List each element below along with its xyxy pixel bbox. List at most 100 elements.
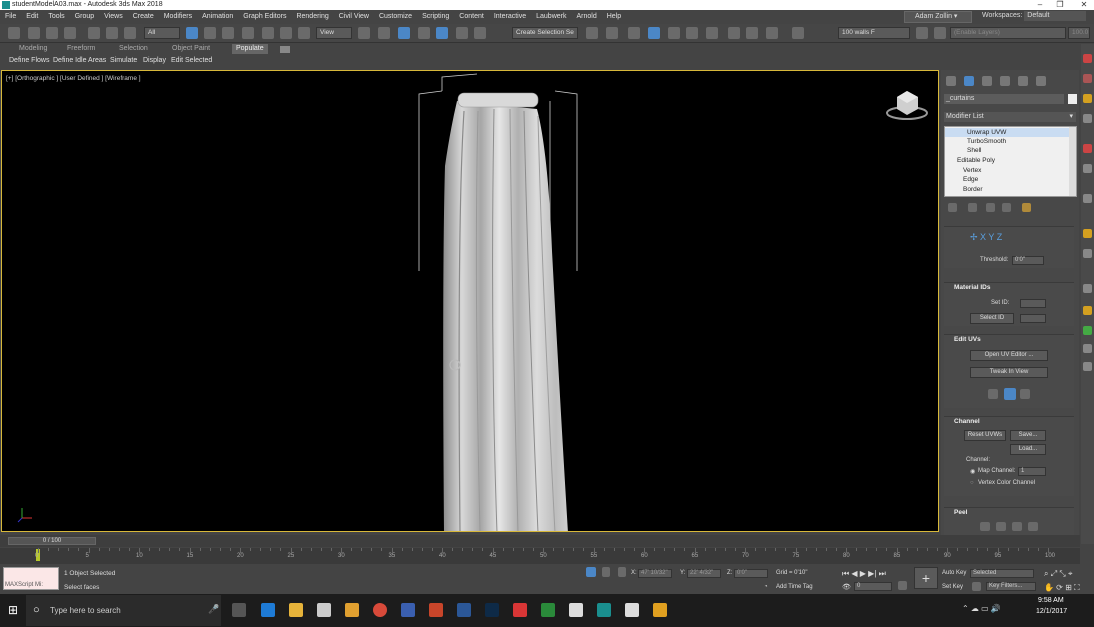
isolate-icon[interactable] xyxy=(586,567,596,577)
app-icon-c[interactable] xyxy=(625,603,639,617)
menu-group[interactable]: Group xyxy=(70,10,99,24)
ribbon-tab-populate[interactable]: Populate xyxy=(232,44,268,54)
add-time-tag[interactable]: Add Time Tag xyxy=(776,584,813,590)
render-production-icon[interactable] xyxy=(766,27,778,39)
key-filters-button[interactable]: Key Filters... xyxy=(986,582,1036,591)
rendered-frame-icon[interactable] xyxy=(746,27,758,39)
tool-icon-7[interactable] xyxy=(1083,194,1092,203)
powerpoint-icon[interactable] xyxy=(429,603,443,617)
layers-icon[interactable] xyxy=(916,27,928,39)
peel-title[interactable]: Peel xyxy=(944,508,1074,518)
user-account-dropdown[interactable]: Adam Zollin ▾ xyxy=(904,11,972,23)
key-mode-dropdown[interactable]: Selected xyxy=(970,569,1034,578)
menu-create[interactable]: Create xyxy=(128,10,159,24)
selection-filter-dropdown[interactable]: All xyxy=(144,27,180,39)
menu-animation[interactable]: Animation xyxy=(197,10,238,24)
stack-item-unwrap-uvw[interactable]: Unwrap UVW xyxy=(945,128,1069,137)
mudbox-icon[interactable] xyxy=(653,603,667,617)
tool-icon-4[interactable] xyxy=(1083,114,1092,123)
select-id-spinner[interactable] xyxy=(1020,314,1046,323)
threshold-spinner[interactable]: 0'0" xyxy=(1012,256,1044,265)
peel-quick-icon[interactable] xyxy=(980,522,990,531)
task-view-icon[interactable] xyxy=(232,603,246,617)
object-color-swatch[interactable] xyxy=(1068,94,1077,104)
stack-item-turbosmooth[interactable]: TurboSmooth xyxy=(945,137,1069,146)
menu-civil-view[interactable]: Civil View xyxy=(334,10,374,24)
taskbar-search[interactable]: Type here to search xyxy=(26,595,221,626)
edge-icon[interactable] xyxy=(261,603,275,617)
ribbon-toggle-icon[interactable] xyxy=(280,46,290,53)
key-mode-icon[interactable]: 👁 xyxy=(842,583,851,591)
pivot-icon[interactable] xyxy=(358,27,370,39)
map-channel-spinner[interactable]: 1 xyxy=(1018,467,1046,476)
app-icon-red[interactable] xyxy=(513,603,527,617)
system-tray-icons[interactable]: ⌃ ☁ ▭ 🔊 xyxy=(962,604,1001,613)
configure-sets-icon[interactable] xyxy=(1022,203,1031,212)
select-id-button[interactable]: Select ID xyxy=(970,313,1014,324)
peel-lscm-icon[interactable] xyxy=(996,522,1006,531)
tweak-in-view-button[interactable]: Tweak In View xyxy=(970,367,1048,378)
menu-laubwerk[interactable]: Laubwerk xyxy=(531,10,571,24)
minimize-button[interactable]: – xyxy=(1030,0,1050,10)
menu-customize[interactable]: Customize xyxy=(374,10,417,24)
ribbon-edit-selected[interactable]: Edit Selected xyxy=(171,55,212,66)
maxscript-listener[interactable]: MAXScript Mi: xyxy=(3,567,59,590)
file-explorer-icon[interactable] xyxy=(289,603,303,617)
key-icon[interactable] xyxy=(972,582,981,591)
planar-mode-icon[interactable] xyxy=(1004,388,1016,400)
3dsmax-taskbar-icon[interactable] xyxy=(597,603,611,617)
peel-reset-icon[interactable] xyxy=(1028,522,1038,531)
layer-value[interactable]: 100.0 xyxy=(1068,27,1090,39)
bind-spacewarp-icon[interactable] xyxy=(106,27,118,39)
tool-icon-6[interactable] xyxy=(1083,164,1092,173)
menu-rendering[interactable]: Rendering xyxy=(291,10,333,24)
set-key-big-button[interactable]: + xyxy=(914,567,938,589)
angle-snap-icon[interactable] xyxy=(436,27,448,39)
stack-item-editable-poly[interactable]: Editable Poly xyxy=(945,156,1069,165)
menu-views[interactable]: Views xyxy=(99,10,128,24)
stack-item-shell[interactable]: Shell xyxy=(945,146,1069,155)
load-button[interactable]: Load... xyxy=(1010,444,1046,455)
channel-title[interactable]: Channel xyxy=(944,417,1074,427)
menu-scripting[interactable]: Scripting xyxy=(417,10,454,24)
stack-item-edge[interactable]: Edge xyxy=(945,175,1069,184)
clock-time[interactable]: 9:58 AM xyxy=(1038,597,1064,604)
set-id-spinner[interactable] xyxy=(1020,299,1046,308)
menu-help[interactable]: Help xyxy=(602,10,626,24)
tool-icon-11[interactable] xyxy=(1083,306,1092,315)
y-coordinate-field[interactable]: 22' 4/32" xyxy=(687,569,721,578)
undo-icon[interactable] xyxy=(8,27,20,39)
viewport-nav-icons-2[interactable]: ✋ ⟳ ⊞ ⛶ xyxy=(1044,583,1080,593)
ribbon-display[interactable]: Display xyxy=(143,55,166,66)
curve-editor-icon[interactable] xyxy=(668,27,680,39)
viewport-nav-icons[interactable]: ⌕ ⤢ ⤡ ⌖ xyxy=(1044,569,1072,579)
scale-icon[interactable] xyxy=(298,27,310,39)
time-slider[interactable]: 0 / 100 xyxy=(0,535,1080,547)
walls-dropdown[interactable]: 100 walls F xyxy=(838,27,910,39)
layer-explorer-icon[interactable] xyxy=(628,27,640,39)
hierarchy-tab-icon[interactable] xyxy=(982,76,992,86)
layer-dropdown[interactable]: (Enable Layers) xyxy=(950,27,1066,39)
playback-controls[interactable]: ⏮ ◀ ▶ ▶| ⏭ xyxy=(842,569,886,579)
percent-snap-icon[interactable] xyxy=(456,27,468,39)
tool-icon-3[interactable] xyxy=(1083,94,1092,103)
named-selection-set-dropdown[interactable]: Create Selection Se xyxy=(512,27,578,39)
redo2-icon[interactable] xyxy=(46,27,58,39)
absolute-mode-icon[interactable] xyxy=(618,567,626,577)
tool-icon-14[interactable] xyxy=(1083,362,1092,371)
menu-interactive[interactable]: Interactive xyxy=(489,10,531,24)
bind-icon[interactable] xyxy=(124,27,136,39)
motion-tab-icon[interactable] xyxy=(1000,76,1010,86)
tool-icon-2[interactable] xyxy=(1083,74,1092,83)
x-coordinate-field[interactable]: 47' 10/32" xyxy=(638,569,672,578)
rotate-icon[interactable] xyxy=(280,27,292,39)
camtasia-icon[interactable] xyxy=(541,603,555,617)
select-by-name-icon[interactable] xyxy=(204,27,216,39)
scene-explorer-icon[interactable] xyxy=(792,27,804,39)
time-tag-icon[interactable]: ◔ xyxy=(764,584,768,590)
maximize-button[interactable]: ❐ xyxy=(1050,0,1070,10)
xyz-axis-icon[interactable]: ✢ X Y Z xyxy=(970,232,1002,243)
tool-icon-12[interactable] xyxy=(1083,326,1092,335)
redo-icon[interactable] xyxy=(28,27,40,39)
ribbon-tab-selection[interactable]: Selection xyxy=(119,44,148,54)
